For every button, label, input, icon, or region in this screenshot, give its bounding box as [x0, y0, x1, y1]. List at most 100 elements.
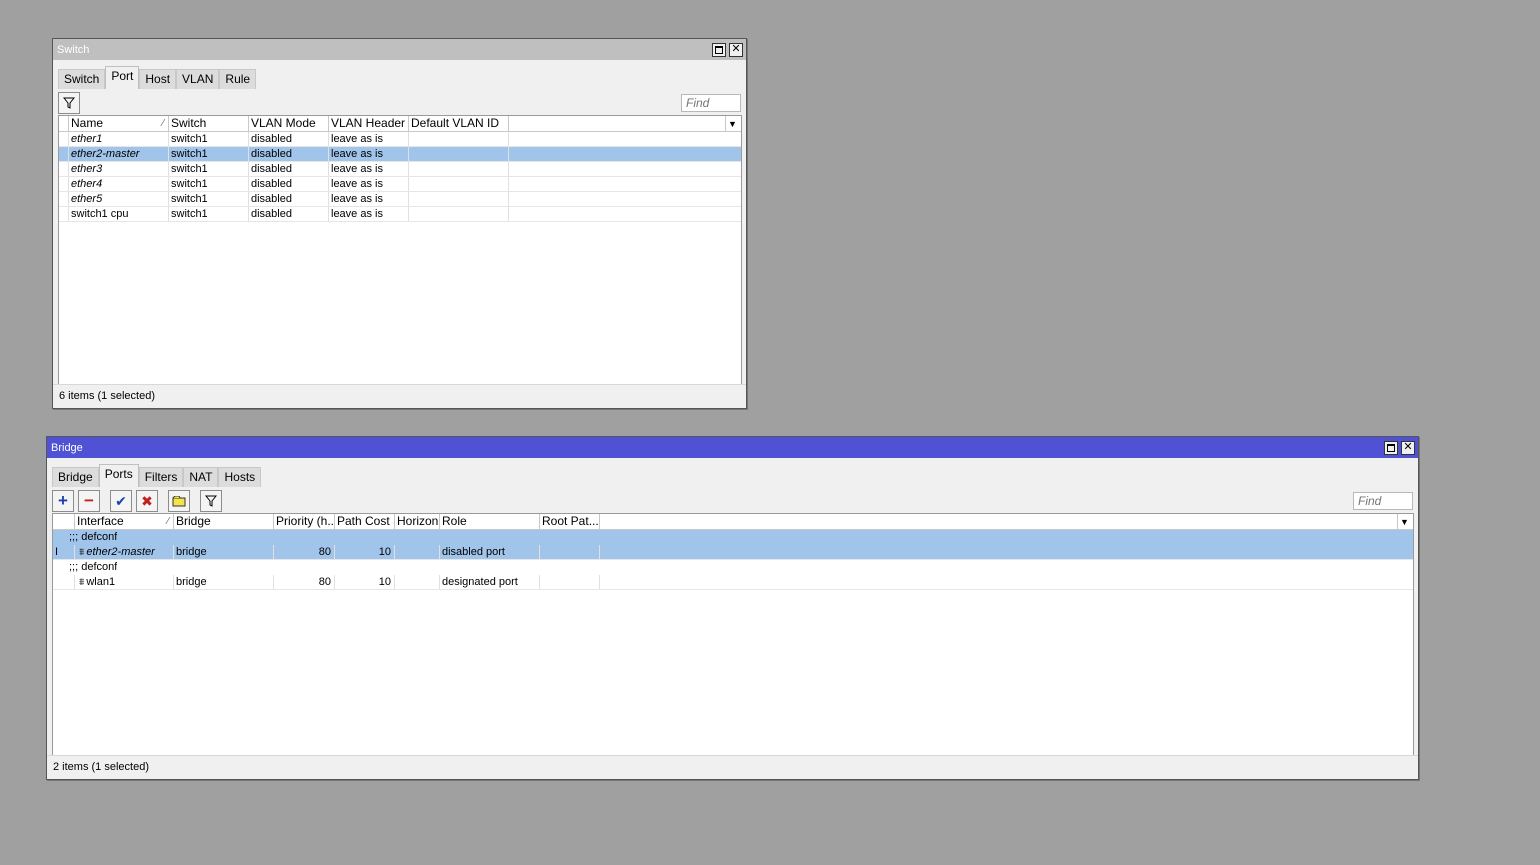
comment-text: ;;; defconf: [69, 561, 118, 573]
tab-ports[interactable]: Ports: [98, 464, 139, 487]
window-title: Switch: [57, 43, 90, 56]
cell-vlan-mode: disabled: [249, 147, 329, 161]
minus-icon: −: [84, 491, 94, 510]
close-icon: ✕: [731, 43, 741, 55]
tab-rule[interactable]: Rule: [219, 69, 257, 89]
interface-icon: ⩩: [79, 577, 85, 588]
cell-root-path-cost: [540, 575, 600, 589]
cell-name: switch1 cpu: [69, 207, 169, 221]
remove-button[interactable]: −: [78, 490, 100, 512]
cell-switch: switch1: [169, 162, 249, 176]
cell-path-cost: 10: [335, 545, 395, 559]
cell-vlan-header: leave as is: [329, 207, 409, 221]
bridge-window-titlebar[interactable]: Bridge ✕: [47, 437, 1418, 458]
x-icon: ✖: [141, 492, 153, 509]
column-header-horizon[interactable]: Horizon: [395, 514, 440, 529]
port-table: Name ⁄ Switch VLAN Mode VLAN Header Defau…: [58, 115, 742, 385]
find-input[interactable]: [681, 94, 741, 112]
cell-switch: switch1: [169, 177, 249, 191]
tab-host[interactable]: Host: [139, 69, 177, 89]
tab-bar: Switch Port Host VLAN Rule: [53, 60, 746, 89]
column-header-vlan-mode[interactable]: VLAN Mode: [249, 116, 329, 131]
row-comment[interactable]: ;;; defconf: [53, 530, 1413, 545]
flag-column-header: [53, 514, 75, 529]
column-header-root-path-cost[interactable]: Root Pat...: [540, 514, 600, 529]
tab-hosts[interactable]: Hosts: [218, 467, 262, 487]
interface-name: wlan1: [86, 576, 116, 588]
bridge-window: Bridge ✕ Bridge Ports Filters NAT Hosts …: [46, 436, 1419, 780]
column-header-priority[interactable]: Priority (h...: [274, 514, 335, 529]
add-button[interactable]: +: [52, 490, 74, 512]
table-header: Interface ⁄ Bridge Priority (h... Path Co…: [53, 514, 1413, 530]
table-row[interactable]: ether1 switch1 disabled leave as is: [59, 132, 741, 147]
cell-flag: I: [53, 545, 75, 559]
enable-button[interactable]: ✔: [110, 490, 132, 512]
close-button[interactable]: ✕: [1401, 440, 1415, 455]
column-header-bridge[interactable]: Bridge: [174, 514, 274, 529]
column-chooser-button[interactable]: ▼: [725, 116, 739, 131]
cell-role: disabled port: [440, 545, 540, 559]
filter-button[interactable]: [200, 490, 222, 512]
column-header-default-vlan-id[interactable]: Default VLAN ID: [409, 116, 509, 131]
status-bar: 2 items (1 selected): [47, 755, 1418, 779]
comment-button[interactable]: [168, 490, 190, 512]
table-row[interactable]: I ⩩ ether2-master bridge 80 10 disabled port: [53, 545, 1413, 560]
cell-name: ether2-master: [69, 147, 169, 161]
table-row[interactable]: switch1 cpu switch1 disabled leave as is: [59, 207, 741, 222]
disable-button[interactable]: ✖: [136, 490, 158, 512]
find-input[interactable]: [1353, 492, 1413, 510]
cell-vlan-mode: disabled: [249, 207, 329, 221]
tab-bridge[interactable]: Bridge: [52, 467, 99, 487]
cell-interface: ⩩ ether2-master: [75, 545, 174, 559]
flag-column-header: [59, 116, 69, 131]
switch-window: Switch ✕ Switch Port Host VLAN Rule Name…: [52, 38, 747, 409]
maximize-button[interactable]: [1384, 440, 1398, 455]
filter-icon: [205, 495, 217, 507]
maximize-button[interactable]: [712, 42, 726, 57]
column-header-interface[interactable]: Interface ⁄: [75, 514, 174, 529]
column-label: Name: [71, 116, 104, 130]
cell-role: designated port: [440, 575, 540, 589]
table-header: Name ⁄ Switch VLAN Mode VLAN Header Defau…: [59, 116, 741, 132]
close-button[interactable]: ✕: [729, 42, 743, 57]
filter-button[interactable]: [58, 92, 80, 114]
cell-switch: switch1: [169, 192, 249, 206]
row-flag: [59, 177, 69, 191]
row-flag: [59, 162, 69, 176]
cell-default-vlan-id: [409, 147, 509, 161]
column-header-path-cost[interactable]: Path Cost: [335, 514, 395, 529]
tab-nat[interactable]: NAT: [183, 467, 219, 487]
column-header-switch[interactable]: Switch: [169, 116, 249, 131]
row-flag: [59, 147, 69, 161]
table-row[interactable]: ⩩ wlan1 bridge 80 10 designated port: [53, 575, 1413, 590]
table-row[interactable]: ether5 switch1 disabled leave as is: [59, 192, 741, 207]
maximize-icon: [1387, 443, 1395, 452]
window-title: Bridge: [51, 441, 83, 454]
table-row[interactable]: ether3 switch1 disabled leave as is: [59, 162, 741, 177]
interface-icon: ⩩: [79, 547, 85, 558]
cell-default-vlan-id: [409, 162, 509, 176]
tab-filters[interactable]: Filters: [138, 467, 184, 487]
switch-window-titlebar[interactable]: Switch ✕: [53, 39, 746, 60]
cell-bridge: bridge: [174, 575, 274, 589]
table-row[interactable]: ether2-master switch1 disabled leave as is: [59, 147, 741, 162]
column-header-vlan-header[interactable]: VLAN Header: [329, 116, 409, 131]
interface-name: ether2-master: [86, 546, 155, 558]
tab-port[interactable]: Port: [105, 66, 140, 89]
tab-switch[interactable]: Switch: [58, 69, 106, 89]
column-header-role[interactable]: Role: [440, 514, 540, 529]
cell-default-vlan-id: [409, 192, 509, 206]
row-comment[interactable]: ;;; defconf: [53, 560, 1413, 575]
cell-priority: 80: [274, 545, 335, 559]
cell-path-cost: 10: [335, 575, 395, 589]
toolbar: + − ✔ ✖: [47, 487, 1418, 515]
cell-vlan-header: leave as is: [329, 192, 409, 206]
cell-vlan-header: leave as is: [329, 177, 409, 191]
column-chooser-button[interactable]: ▼: [1397, 514, 1411, 529]
cell-horizon: [395, 545, 440, 559]
row-flag: [59, 132, 69, 146]
table-row[interactable]: ether4 switch1 disabled leave as is: [59, 177, 741, 192]
tab-vlan[interactable]: VLAN: [176, 69, 220, 89]
column-header-name[interactable]: Name ⁄: [69, 116, 169, 131]
cell-vlan-header: leave as is: [329, 162, 409, 176]
